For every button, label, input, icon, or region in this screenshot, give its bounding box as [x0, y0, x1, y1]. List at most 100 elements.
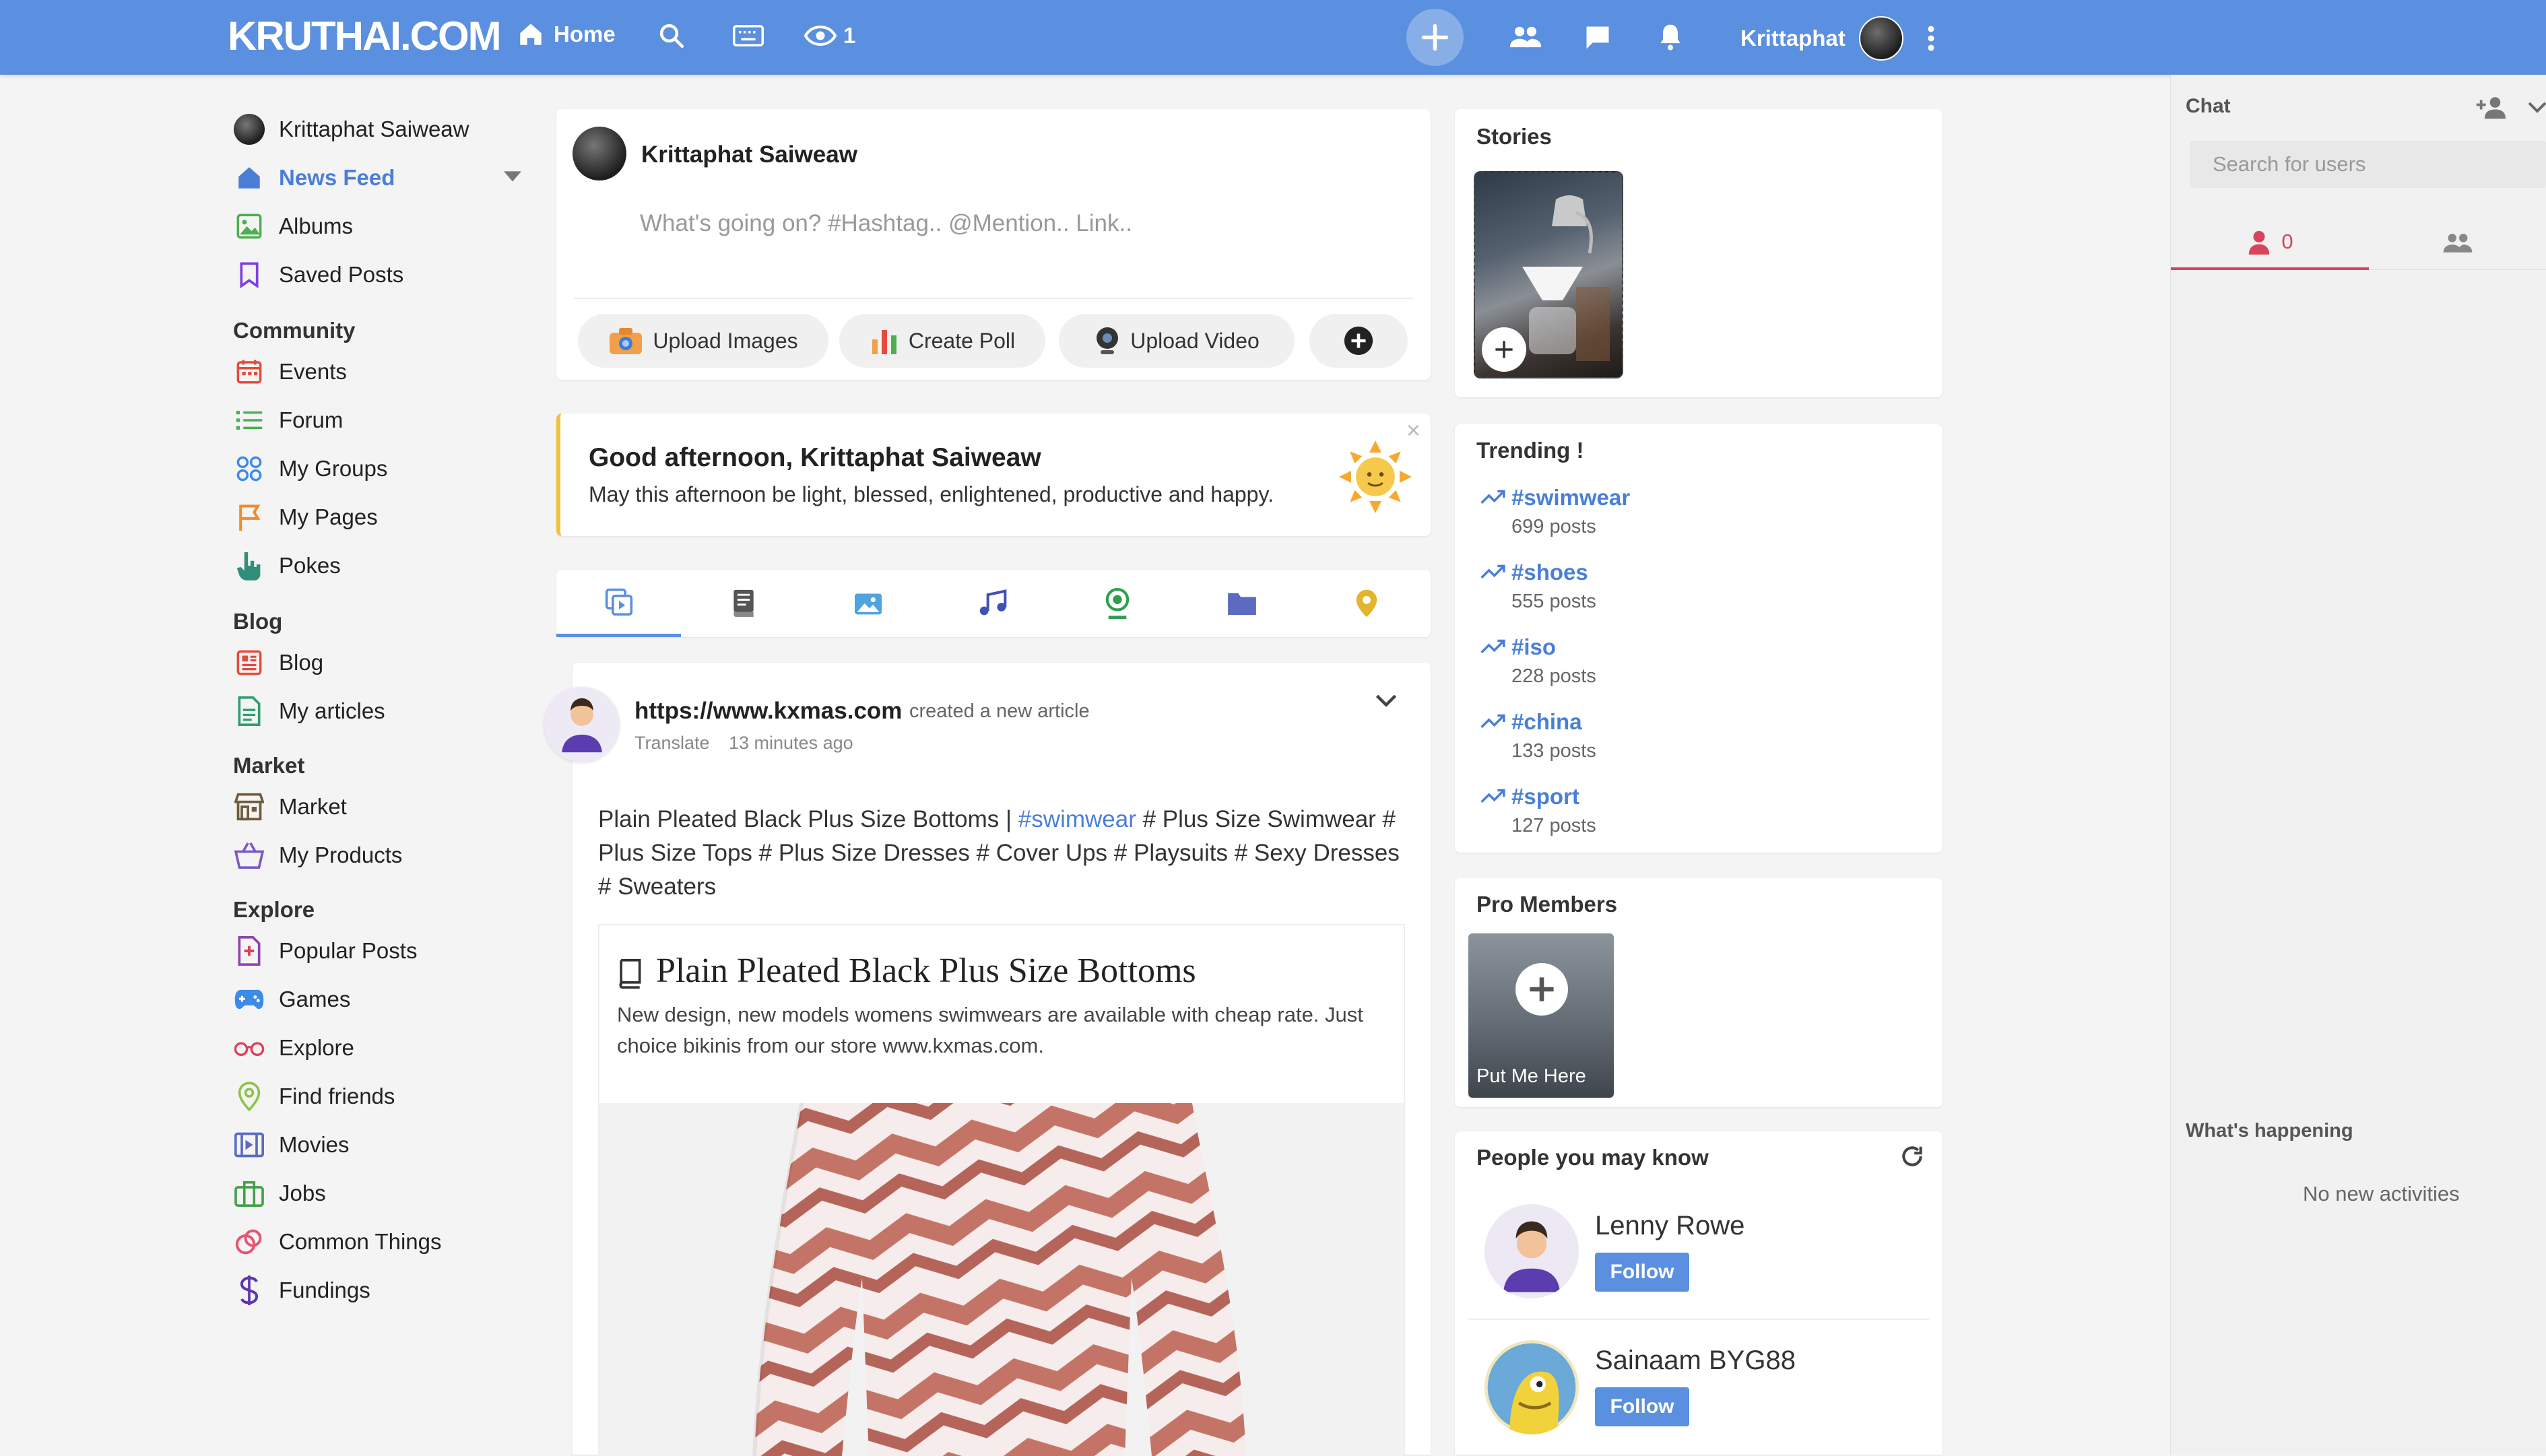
- trending-item[interactable]: #sport 127 posts: [1480, 784, 1596, 837]
- webcam-icon: [1105, 588, 1129, 619]
- sidebar-item-pokes[interactable]: Pokes: [232, 541, 528, 590]
- pro-members-title: Pro Members: [1476, 892, 1618, 917]
- friends-button[interactable]: [1509, 23, 1542, 50]
- sidebar-item-my-articles[interactable]: My articles: [232, 687, 528, 735]
- trending-card: Trending ! #swimwear 699 posts #shoes 55…: [1455, 424, 1943, 853]
- views-counter[interactable]: 1: [804, 23, 855, 48]
- sidebar-item-common-things[interactable]: Common Things: [232, 1218, 528, 1266]
- bar-chart-icon: [872, 330, 896, 354]
- add-person-icon: [2476, 97, 2506, 119]
- tab-articles[interactable]: [681, 570, 806, 637]
- translate-link[interactable]: Translate: [634, 733, 710, 754]
- sidebar-item-find-friends[interactable]: Find friends: [232, 1072, 528, 1121]
- post-card: https://www.kxmas.com created a new arti…: [544, 663, 1431, 1456]
- create-story-tile[interactable]: [1474, 171, 1623, 378]
- trending-item[interactable]: #china 133 posts: [1480, 709, 1596, 762]
- article-preview[interactable]: Plain Pleated Black Plus Size Bottoms Ne…: [598, 924, 1405, 1456]
- messages-button[interactable]: [1583, 23, 1612, 53]
- person-name[interactable]: Lenny Rowe: [1595, 1211, 1744, 1241]
- book-outline-icon: [619, 959, 641, 989]
- news-feed-dropdown[interactable]: [504, 171, 521, 182]
- chevron-down-icon: [2528, 102, 2546, 113]
- tab-files[interactable]: [1179, 570, 1304, 637]
- search-button[interactable]: [657, 22, 686, 50]
- post-hashtag-link[interactable]: #swimwear: [1018, 806, 1136, 832]
- more-vertical-icon: [1928, 26, 1934, 51]
- sidebar-item-news-feed[interactable]: News Feed: [232, 154, 528, 202]
- refresh-button[interactable]: [1899, 1144, 1925, 1169]
- sidebar-item-popular-posts[interactable]: Popular Posts: [232, 927, 528, 975]
- chat-collapse-button[interactable]: [2528, 100, 2546, 114]
- post-author-avatar[interactable]: [544, 687, 620, 762]
- sidebar-item-fundings[interactable]: Fundings: [232, 1266, 528, 1315]
- blog-icon: [236, 650, 262, 675]
- put-me-here-tile[interactable]: Put Me Here: [1468, 933, 1614, 1098]
- sidebar-item-label: Find friends: [279, 1084, 395, 1108]
- sidebar-item-label: Common Things: [279, 1229, 442, 1254]
- add-contact-button[interactable]: [2475, 95, 2510, 119]
- sidebar-item-events[interactable]: Events: [232, 348, 528, 396]
- store-icon: [234, 793, 264, 821]
- profile-avatar: [234, 114, 265, 145]
- sidebar-item-my-groups[interactable]: My Groups: [232, 444, 528, 493]
- chat-title: Chat: [2186, 95, 2231, 117]
- follow-button[interactable]: Follow: [1595, 1387, 1689, 1426]
- glasses-icon: [234, 1042, 265, 1056]
- trending-item[interactable]: #shoes 555 posts: [1480, 560, 1596, 613]
- sidebar-item-label: My Products: [279, 842, 403, 867]
- sidebar-item-explore[interactable]: Explore: [232, 1024, 528, 1072]
- home-link[interactable]: Home: [516, 20, 616, 48]
- tab-videos[interactable]: [1055, 570, 1179, 637]
- upload-video-button[interactable]: Upload Video: [1059, 314, 1295, 368]
- post-options-button[interactable]: [1374, 692, 1398, 708]
- chat-search-input[interactable]: Search for users: [2190, 141, 2546, 188]
- user-avatar[interactable]: [1859, 16, 1903, 61]
- home-label: Home: [554, 22, 616, 46]
- tab-music[interactable]: [930, 570, 1055, 637]
- sidebar-item-movies[interactable]: Movies: [232, 1121, 528, 1169]
- trending-title: Trending !: [1476, 438, 1584, 463]
- tab-group-chats[interactable]: [2369, 216, 2546, 270]
- people-you-may-know-card: People you may know Lenny Rowe Follow Sa…: [1455, 1131, 1943, 1455]
- sidebar-item-blog[interactable]: Blog: [232, 638, 528, 687]
- post-author-link[interactable]: https://www.kxmas.com: [634, 698, 902, 725]
- follow-button[interactable]: Follow: [1595, 1253, 1689, 1292]
- sidebar-item-label: Jobs: [279, 1181, 326, 1205]
- house-icon: [238, 167, 260, 189]
- tab-photos[interactable]: [806, 570, 930, 637]
- sidebar-item-my-pages[interactable]: My Pages: [232, 493, 528, 541]
- create-button[interactable]: [1406, 9, 1464, 66]
- notifications-button[interactable]: [1656, 22, 1685, 53]
- groups-icon: [236, 456, 262, 482]
- more-menu-button[interactable]: [1924, 24, 1938, 53]
- add-pro-button[interactable]: [1515, 963, 1568, 1016]
- sidebar-item-games[interactable]: Games: [232, 975, 528, 1024]
- tab-online-users[interactable]: 0: [2171, 216, 2369, 270]
- sidebar-item-jobs[interactable]: Jobs: [232, 1169, 528, 1218]
- briefcase-icon: [234, 1181, 264, 1207]
- trending-item[interactable]: #swimwear 699 posts: [1480, 485, 1630, 538]
- sidebar-item-albums[interactable]: Albums: [232, 202, 528, 251]
- keyboard-button[interactable]: [733, 24, 764, 47]
- sidebar-item-forum[interactable]: Forum: [232, 396, 528, 444]
- sidebar-item-saved-posts[interactable]: Saved Posts: [232, 251, 528, 299]
- trending-item[interactable]: #iso 228 posts: [1480, 634, 1596, 688]
- more-options-button[interactable]: [1309, 314, 1408, 368]
- sidebar-item-market[interactable]: Market: [232, 783, 528, 831]
- greeting-card: Good afternoon, Krittaphat Saiweaw May t…: [556, 413, 1431, 536]
- tab-places[interactable]: [1304, 570, 1429, 637]
- create-poll-button[interactable]: Create Poll: [839, 314, 1045, 368]
- add-story-button[interactable]: [1482, 327, 1526, 372]
- person-avatar[interactable]: [1484, 1340, 1579, 1434]
- brand-logo[interactable]: KRUTHAI.COM: [228, 12, 502, 61]
- upload-images-button[interactable]: Upload Images: [578, 314, 828, 368]
- person-avatar[interactable]: [1484, 1204, 1579, 1298]
- composer-input[interactable]: What's going on? #Hashtag.. @Mention.. L…: [640, 210, 1132, 237]
- person-name[interactable]: Sainaam BYG88: [1595, 1346, 1796, 1376]
- username-label[interactable]: Krittaphat: [1740, 26, 1846, 51]
- post-composer: Krittaphat Saiweaw What's going on? #Has…: [556, 109, 1431, 380]
- tab-all-posts[interactable]: [556, 570, 681, 637]
- sidebar-item-profile[interactable]: Krittaphat Saiweaw: [232, 105, 528, 154]
- sidebar-item-my-products[interactable]: My Products: [232, 831, 528, 880]
- product-photo: [752, 1103, 1246, 1456]
